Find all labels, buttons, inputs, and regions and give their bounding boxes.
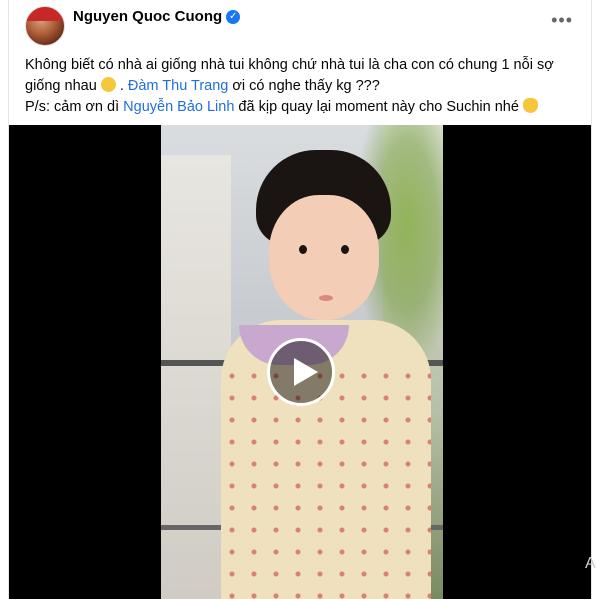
child-face bbox=[269, 195, 379, 320]
author-name[interactable]: Nguyen Quoc Cuong ✓ bbox=[73, 8, 241, 25]
more-options-button[interactable]: ••• bbox=[551, 10, 573, 31]
post-card: Nguyen Quoc Cuong ✓ ••• Không biết có nh… bbox=[8, 0, 592, 599]
post-line1-sep: . bbox=[115, 78, 128, 94]
right-eye bbox=[341, 245, 349, 254]
mention-link-1[interactable]: Đàm Thu Trang bbox=[128, 78, 228, 94]
verified-badge-icon: ✓ bbox=[226, 9, 241, 24]
left-eye bbox=[299, 245, 307, 254]
post-line2-tail: đã kịp quay lại moment này cho Suchin nh… bbox=[234, 99, 519, 115]
mouth bbox=[319, 295, 333, 301]
author-avatar[interactable] bbox=[25, 6, 65, 46]
heart-hands-emoji-icon bbox=[522, 98, 538, 113]
post-text: Không biết có nhà ai giống nhà tui không… bbox=[25, 55, 585, 118]
video-player[interactable] bbox=[9, 125, 591, 599]
edge-text: A bbox=[585, 555, 596, 572]
avatar-flag bbox=[26, 7, 64, 21]
post-line2-prefix: P/s: cảm ơn dì bbox=[25, 99, 124, 115]
play-button-icon[interactable] bbox=[267, 338, 335, 406]
mention-link-2[interactable]: Nguyễn Bảo Linh bbox=[123, 99, 234, 115]
post-line1-tail: ơi có nghe thấy kg ??? bbox=[228, 78, 380, 94]
author-name-text[interactable]: Nguyen Quoc Cuong bbox=[73, 8, 222, 25]
shirt-pattern bbox=[221, 365, 431, 599]
surprised-face-emoji-icon bbox=[100, 77, 116, 92]
